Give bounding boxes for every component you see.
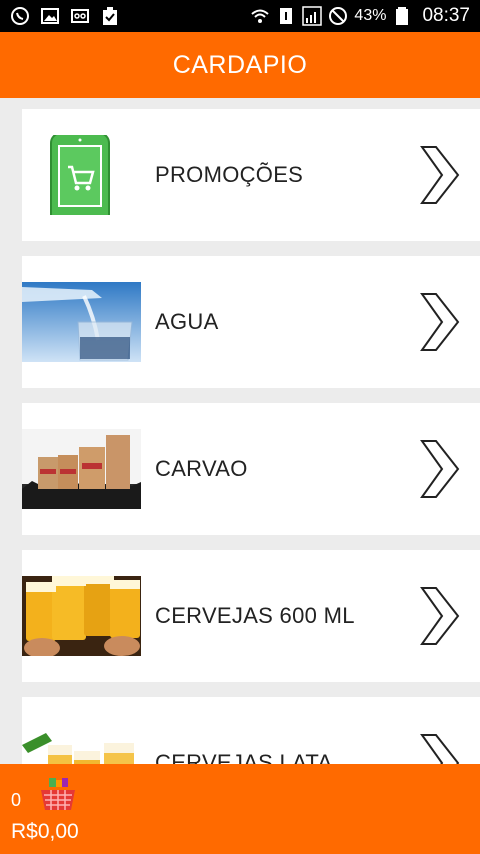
menu-item-label: CERVEJAS LATA — [155, 750, 333, 764]
clock: 08:37 — [422, 5, 470, 26]
no-disturb-icon — [329, 7, 348, 25]
water-glass-image — [22, 282, 141, 362]
cart-total: R$0,00 — [11, 820, 79, 843]
page-title: CARDAPIO — [172, 50, 308, 79]
chevron-right-icon[interactable] — [418, 290, 462, 354]
cart-count: 0 — [11, 790, 22, 810]
beer-glasses-image — [22, 723, 141, 764]
status-bar-right: 43% 08:37 — [250, 5, 470, 27]
beer-toast-image — [22, 576, 141, 656]
battery-icon — [396, 7, 409, 25]
whatsapp-icon — [11, 7, 29, 25]
menu-item-promocoes[interactable]: PROMOÇÕES — [22, 109, 480, 241]
chevron-right-icon[interactable] — [418, 143, 462, 207]
cart-bar[interactable]: 0 R$0,00 — [0, 764, 480, 854]
voicemail-icon — [71, 9, 89, 23]
menu-item-label: CERVEJAS 600 ML — [155, 603, 355, 628]
menu-item-cervejas-600ml[interactable]: CERVEJAS 600 ML — [22, 550, 480, 682]
gallery-icon — [41, 8, 59, 24]
app-bar: CARDAPIO — [0, 32, 480, 98]
menu-item-cervejas-lata[interactable]: CERVEJAS LATA — [22, 697, 480, 764]
sim-icon — [280, 8, 293, 24]
menu-item-agua[interactable]: AGUA — [22, 256, 480, 388]
menu-item-carvao[interactable]: CARVAO — [22, 403, 480, 535]
phone-cart-icon — [22, 135, 141, 215]
chevron-right-icon[interactable] — [418, 584, 462, 648]
charcoal-bags-image — [22, 429, 141, 509]
status-bar-left — [10, 6, 120, 26]
menu-item-label: AGUA — [155, 309, 219, 334]
battery-percent: 43% — [354, 7, 387, 24]
wifi-icon — [251, 9, 270, 23]
menu-list[interactable]: PROMOÇÕES AGUA CARVAO CERVEJAS 600 ML CE… — [0, 98, 480, 764]
status-bar: 43% 08:37 — [0, 0, 480, 32]
chevron-right-icon[interactable] — [418, 437, 462, 501]
clipboard-icon — [103, 7, 117, 25]
signal-icon — [302, 6, 323, 26]
chevron-right-icon[interactable] — [418, 731, 462, 764]
menu-item-label: CARVAO — [155, 456, 248, 481]
basket-icon[interactable] — [40, 778, 76, 812]
menu-item-label: PROMOÇÕES — [155, 162, 304, 187]
